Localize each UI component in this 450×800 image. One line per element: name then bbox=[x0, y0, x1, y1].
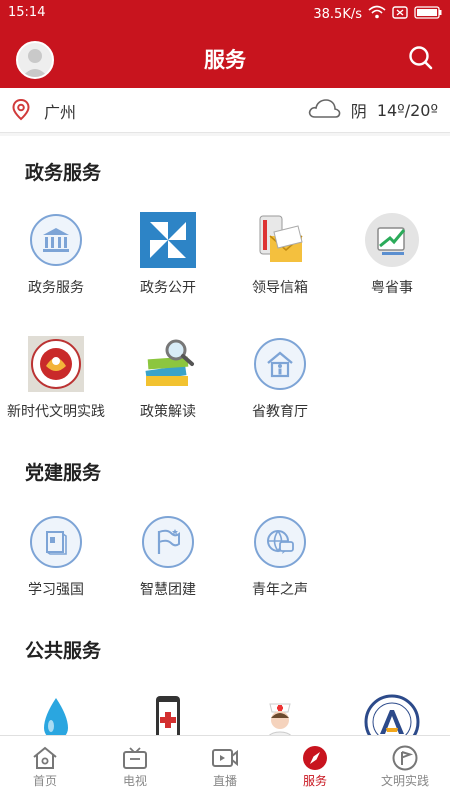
service-item-youth-voice[interactable]: 青年之声 bbox=[224, 514, 336, 599]
weather-text: 阴 bbox=[350, 102, 367, 121]
service-label: 政策解读 bbox=[140, 404, 196, 420]
cloud-icon bbox=[307, 97, 341, 123]
service-item-leader-mailbox[interactable]: 领导信箱 bbox=[224, 212, 336, 297]
study-book-icon bbox=[28, 514, 84, 570]
service-label: 新时代文明实践 bbox=[7, 404, 105, 420]
flag-icon bbox=[140, 514, 196, 570]
tab-label: 电视 bbox=[122, 774, 147, 788]
temperature-text: 14º/20º bbox=[376, 100, 438, 120]
section-title-public: 公共服务 bbox=[25, 640, 102, 662]
service-label: 领导信箱 bbox=[252, 280, 308, 296]
bank-icon bbox=[28, 212, 84, 268]
tv-icon bbox=[90, 744, 180, 772]
yue-app-icon bbox=[364, 212, 420, 268]
service-item-gov-services[interactable]: 政务服务 bbox=[0, 212, 112, 297]
status-bar: 15:14 38.5K/s bbox=[0, 0, 450, 26]
civilization-logo bbox=[28, 336, 84, 392]
tab-label: 首页 bbox=[32, 774, 57, 788]
service-item-education-dept[interactable]: 省教育厅 bbox=[224, 336, 336, 421]
status-right: 38.5K/s bbox=[313, 5, 442, 23]
app-header: 服务 bbox=[0, 26, 450, 88]
service-label: 粤省事 bbox=[371, 280, 413, 296]
service-item-policy-interpretation[interactable]: 政策解读 bbox=[112, 336, 224, 421]
mailbox-icon bbox=[252, 212, 308, 268]
service-item-xuexi-qiangguo[interactable]: 学习强国 bbox=[0, 514, 112, 599]
service-item-civilization-practice[interactable]: 新时代文明实践 bbox=[0, 336, 112, 421]
flag-circle-icon bbox=[360, 744, 450, 772]
service-label: 政务服务 bbox=[28, 280, 84, 296]
service-item-nurse[interactable] bbox=[224, 694, 336, 736]
tab-label: 直播 bbox=[212, 774, 237, 788]
no-sim-icon bbox=[392, 5, 408, 23]
service-label: 学习强国 bbox=[28, 582, 84, 598]
service-item-smart-league[interactable]: 智慧团建 bbox=[112, 514, 224, 599]
status-time: 15:14 bbox=[8, 5, 46, 20]
gov-public-icon bbox=[140, 212, 196, 268]
tab-label: 文明实践 bbox=[380, 774, 429, 788]
service-item-yue-sheng-shi[interactable]: 粤省事 bbox=[336, 212, 448, 297]
services-content: 政务服务 政务服务 政务公开 领导信箱 粤省事 新时代文明实践 政策解读 省教育… bbox=[0, 136, 450, 736]
weather-info: 阴 14º/20º bbox=[307, 97, 438, 123]
service-label: 青年之声 bbox=[252, 582, 308, 598]
compass-icon bbox=[270, 744, 360, 772]
emblem-logo bbox=[364, 694, 420, 736]
water-drop-icon bbox=[28, 694, 84, 736]
wifi-icon bbox=[368, 5, 386, 23]
network-speed: 38.5K/s bbox=[313, 6, 362, 22]
service-item-emblem[interactable] bbox=[336, 694, 448, 736]
service-label: 省教育厅 bbox=[252, 404, 308, 420]
education-house-icon bbox=[252, 336, 308, 392]
bottom-tab-bar: 首页 电视 直播 服务 文明实践 bbox=[0, 735, 450, 800]
service-item-water[interactable] bbox=[0, 694, 112, 736]
battery-icon bbox=[414, 5, 442, 23]
live-video-icon bbox=[180, 744, 270, 772]
section-title-party: 党建服务 bbox=[25, 462, 102, 484]
tab-civilization[interactable]: 文明实践 bbox=[360, 736, 450, 800]
globe-chat-icon bbox=[252, 514, 308, 570]
nurse-icon bbox=[252, 694, 308, 736]
service-label: 智慧团建 bbox=[140, 582, 196, 598]
policy-books-icon bbox=[140, 336, 196, 392]
medical-phone-icon bbox=[140, 694, 196, 736]
location-pin-icon[interactable] bbox=[12, 98, 30, 125]
tab-services[interactable]: 服务 bbox=[270, 736, 360, 800]
section-title-government: 政务服务 bbox=[25, 162, 102, 184]
home-icon bbox=[0, 744, 90, 772]
tab-live[interactable]: 直播 bbox=[180, 736, 270, 800]
tab-tv[interactable]: 电视 bbox=[90, 736, 180, 800]
tab-home[interactable]: 首页 bbox=[0, 736, 90, 800]
location-bar: 广州 阴 14º/20º bbox=[0, 88, 450, 133]
service-item-medical[interactable] bbox=[112, 694, 224, 736]
city-name[interactable]: 广州 bbox=[44, 99, 76, 123]
service-label: 政务公开 bbox=[140, 280, 196, 296]
service-item-gov-public[interactable]: 政务公开 bbox=[112, 212, 224, 297]
tab-label: 服务 bbox=[302, 774, 327, 788]
search-icon[interactable] bbox=[408, 45, 434, 71]
page-title: 服务 bbox=[204, 48, 246, 72]
